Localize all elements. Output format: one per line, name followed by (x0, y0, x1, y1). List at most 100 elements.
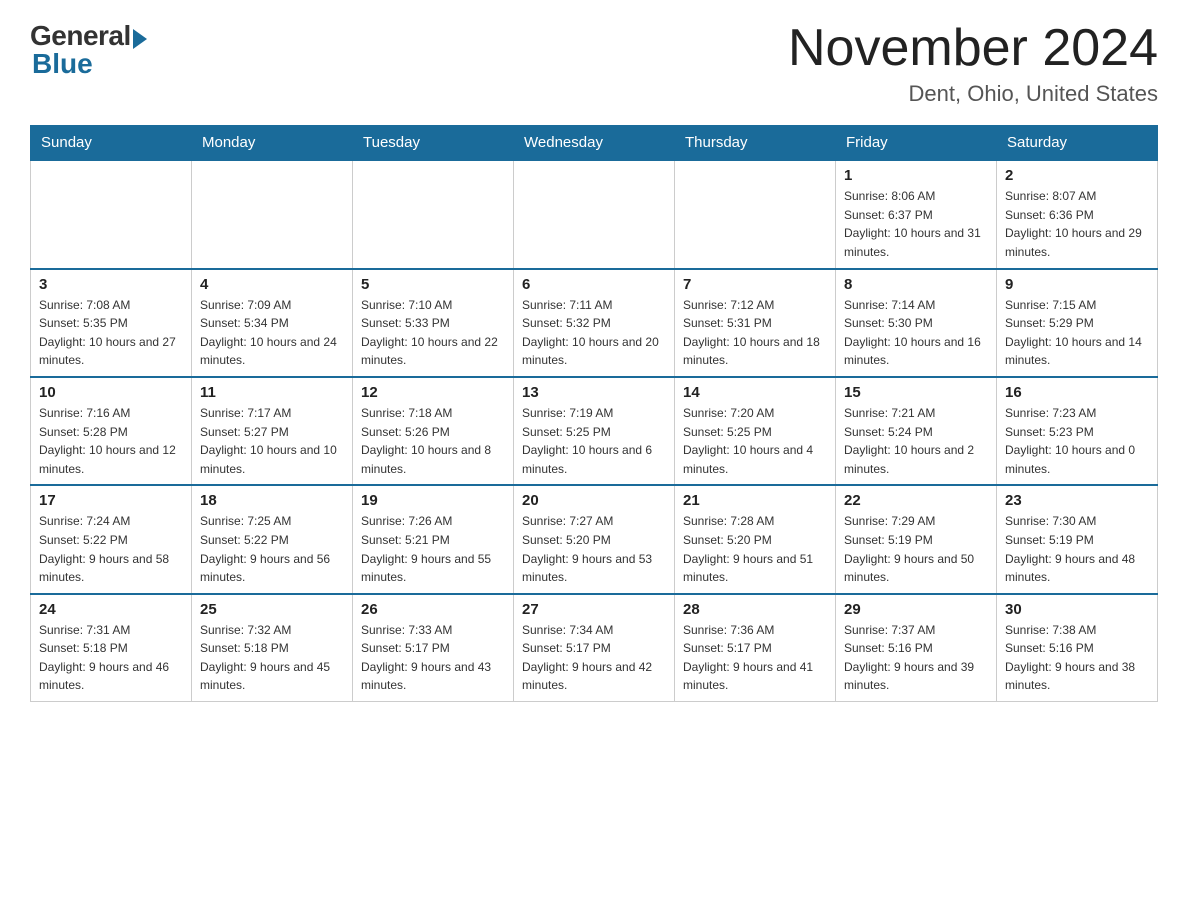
calendar-cell: 12Sunrise: 7:18 AM Sunset: 5:26 PM Dayli… (353, 377, 514, 485)
logo-blue-text: Blue (32, 48, 93, 80)
day-number: 19 (361, 492, 505, 509)
day-number: 7 (683, 276, 827, 293)
day-info: Sunrise: 7:36 AM Sunset: 5:17 PM Dayligh… (683, 621, 827, 695)
calendar-cell: 4 Sunrise: 7:09 AM Sunset: 5:34 PM Daylig… (192, 269, 353, 377)
day-info: Sunrise: 7:10 AM Sunset: 5:33 PM Dayligh… (361, 296, 505, 370)
title-section: November 2024 Dent, Ohio, United States (788, 20, 1158, 107)
day-header-tuesday: Tuesday (353, 126, 514, 161)
day-number: 23 (1005, 492, 1149, 509)
calendar-week-row: 17 Sunrise: 7:24 AM Sunset: 5:22 PM Dayli… (31, 485, 1158, 593)
calendar-week-row: 24 Sunrise: 7:31 AM Sunset: 5:18 PM Dayli… (31, 594, 1158, 702)
logo: General Blue (30, 20, 147, 80)
day-number: 1 (844, 167, 988, 184)
day-number: 26 (361, 601, 505, 618)
day-number: 25 (200, 601, 344, 618)
calendar-cell: 17 Sunrise: 7:24 AM Sunset: 5:22 PM Dayli… (31, 485, 192, 593)
day-info: Sunrise: 7:15 AM Sunset: 5:29 PM Dayligh… (1005, 296, 1149, 370)
calendar-cell: 16 Sunrise: 7:23 AM Sunset: 5:23 PM Dayli… (997, 377, 1158, 485)
calendar-week-row: 3 Sunrise: 7:08 AM Sunset: 5:35 PM Daylig… (31, 269, 1158, 377)
calendar-cell: 27 Sunrise: 7:34 AM Sunset: 5:17 PM Dayli… (514, 594, 675, 702)
calendar-cell: 7 Sunrise: 7:12 AM Sunset: 5:31 PM Daylig… (675, 269, 836, 377)
location-subtitle: Dent, Ohio, United States (788, 81, 1158, 107)
day-number: 12 (361, 384, 505, 401)
calendar-cell: 25 Sunrise: 7:32 AM Sunset: 5:18 PM Dayli… (192, 594, 353, 702)
day-number: 3 (39, 276, 183, 293)
page-header: General Blue November 2024 Dent, Ohio, U… (30, 20, 1158, 107)
calendar-cell: 10 Sunrise: 7:16 AM Sunset: 5:28 PM Dayli… (31, 377, 192, 485)
day-number: 9 (1005, 276, 1149, 293)
day-info: Sunrise: 7:24 AM Sunset: 5:22 PM Dayligh… (39, 512, 183, 586)
day-info: Sunrise: 7:17 AM Sunset: 5:27 PM Dayligh… (200, 404, 344, 478)
calendar-cell: 8Sunrise: 7:14 AM Sunset: 5:30 PM Daylig… (836, 269, 997, 377)
calendar-cell (31, 160, 192, 268)
day-number: 10 (39, 384, 183, 401)
calendar-cell: 22 Sunrise: 7:29 AM Sunset: 5:19 PM Dayli… (836, 485, 997, 593)
day-info: Sunrise: 7:25 AM Sunset: 5:22 PM Dayligh… (200, 512, 344, 586)
day-number: 13 (522, 384, 666, 401)
calendar-cell: 21 Sunrise: 7:28 AM Sunset: 5:20 PM Dayli… (675, 485, 836, 593)
day-info: Sunrise: 7:37 AM Sunset: 5:16 PM Dayligh… (844, 621, 988, 695)
main-title: November 2024 (788, 20, 1158, 77)
day-info: Sunrise: 7:30 AM Sunset: 5:19 PM Dayligh… (1005, 512, 1149, 586)
day-number: 4 (200, 276, 344, 293)
calendar-cell: 11Sunrise: 7:17 AM Sunset: 5:27 PM Dayli… (192, 377, 353, 485)
calendar-cell: 18 Sunrise: 7:25 AM Sunset: 5:22 PM Dayli… (192, 485, 353, 593)
day-number: 24 (39, 601, 183, 618)
day-number: 17 (39, 492, 183, 509)
calendar-cell: 6Sunrise: 7:11 AM Sunset: 5:32 PM Daylig… (514, 269, 675, 377)
day-info: Sunrise: 7:12 AM Sunset: 5:31 PM Dayligh… (683, 296, 827, 370)
day-number: 21 (683, 492, 827, 509)
day-number: 2 (1005, 167, 1149, 184)
calendar-cell: 24 Sunrise: 7:31 AM Sunset: 5:18 PM Dayli… (31, 594, 192, 702)
calendar-cell: 3 Sunrise: 7:08 AM Sunset: 5:35 PM Daylig… (31, 269, 192, 377)
day-info: Sunrise: 7:38 AM Sunset: 5:16 PM Dayligh… (1005, 621, 1149, 695)
day-info: Sunrise: 8:07 AM Sunset: 6:36 PM Dayligh… (1005, 187, 1149, 261)
calendar-cell: 5 Sunrise: 7:10 AM Sunset: 5:33 PM Daylig… (353, 269, 514, 377)
calendar-cell: 23 Sunrise: 7:30 AM Sunset: 5:19 PM Dayli… (997, 485, 1158, 593)
day-number: 16 (1005, 384, 1149, 401)
day-info: Sunrise: 7:28 AM Sunset: 5:20 PM Dayligh… (683, 512, 827, 586)
day-header-sunday: Sunday (31, 126, 192, 161)
day-number: 22 (844, 492, 988, 509)
day-header-wednesday: Wednesday (514, 126, 675, 161)
day-info: Sunrise: 7:20 AM Sunset: 5:25 PM Dayligh… (683, 404, 827, 478)
day-info: Sunrise: 7:32 AM Sunset: 5:18 PM Dayligh… (200, 621, 344, 695)
calendar-cell: 19Sunrise: 7:26 AM Sunset: 5:21 PM Dayli… (353, 485, 514, 593)
calendar-cell: 9 Sunrise: 7:15 AM Sunset: 5:29 PM Daylig… (997, 269, 1158, 377)
calendar-cell (192, 160, 353, 268)
calendar-header-row: SundayMondayTuesdayWednesdayThursdayFrid… (31, 126, 1158, 161)
day-info: Sunrise: 7:23 AM Sunset: 5:23 PM Dayligh… (1005, 404, 1149, 478)
calendar-week-row: 1Sunrise: 8:06 AM Sunset: 6:37 PM Daylig… (31, 160, 1158, 268)
calendar-cell: 15 Sunrise: 7:21 AM Sunset: 5:24 PM Dayli… (836, 377, 997, 485)
day-info: Sunrise: 7:29 AM Sunset: 5:19 PM Dayligh… (844, 512, 988, 586)
day-info: Sunrise: 7:33 AM Sunset: 5:17 PM Dayligh… (361, 621, 505, 695)
calendar-cell: 13 Sunrise: 7:19 AM Sunset: 5:25 PM Dayli… (514, 377, 675, 485)
calendar-table: SundayMondayTuesdayWednesdayThursdayFrid… (30, 125, 1158, 702)
day-info: Sunrise: 7:16 AM Sunset: 5:28 PM Dayligh… (39, 404, 183, 478)
day-info: Sunrise: 7:31 AM Sunset: 5:18 PM Dayligh… (39, 621, 183, 695)
day-number: 27 (522, 601, 666, 618)
day-info: Sunrise: 7:34 AM Sunset: 5:17 PM Dayligh… (522, 621, 666, 695)
day-number: 15 (844, 384, 988, 401)
day-number: 8 (844, 276, 988, 293)
logo-arrow-icon (133, 29, 147, 49)
calendar-cell: 30Sunrise: 7:38 AM Sunset: 5:16 PM Dayli… (997, 594, 1158, 702)
day-info: Sunrise: 7:19 AM Sunset: 5:25 PM Dayligh… (522, 404, 666, 478)
day-info: Sunrise: 7:21 AM Sunset: 5:24 PM Dayligh… (844, 404, 988, 478)
calendar-cell (675, 160, 836, 268)
day-info: Sunrise: 7:08 AM Sunset: 5:35 PM Dayligh… (39, 296, 183, 370)
day-number: 20 (522, 492, 666, 509)
day-number: 18 (200, 492, 344, 509)
calendar-cell: 28 Sunrise: 7:36 AM Sunset: 5:17 PM Dayli… (675, 594, 836, 702)
calendar-cell: 2 Sunrise: 8:07 AM Sunset: 6:36 PM Daylig… (997, 160, 1158, 268)
day-info: Sunrise: 7:27 AM Sunset: 5:20 PM Dayligh… (522, 512, 666, 586)
day-header-monday: Monday (192, 126, 353, 161)
day-info: Sunrise: 7:09 AM Sunset: 5:34 PM Dayligh… (200, 296, 344, 370)
calendar-cell: 1Sunrise: 8:06 AM Sunset: 6:37 PM Daylig… (836, 160, 997, 268)
day-number: 5 (361, 276, 505, 293)
day-header-saturday: Saturday (997, 126, 1158, 161)
calendar-cell: 29 Sunrise: 7:37 AM Sunset: 5:16 PM Dayli… (836, 594, 997, 702)
day-number: 14 (683, 384, 827, 401)
day-number: 28 (683, 601, 827, 618)
day-number: 29 (844, 601, 988, 618)
